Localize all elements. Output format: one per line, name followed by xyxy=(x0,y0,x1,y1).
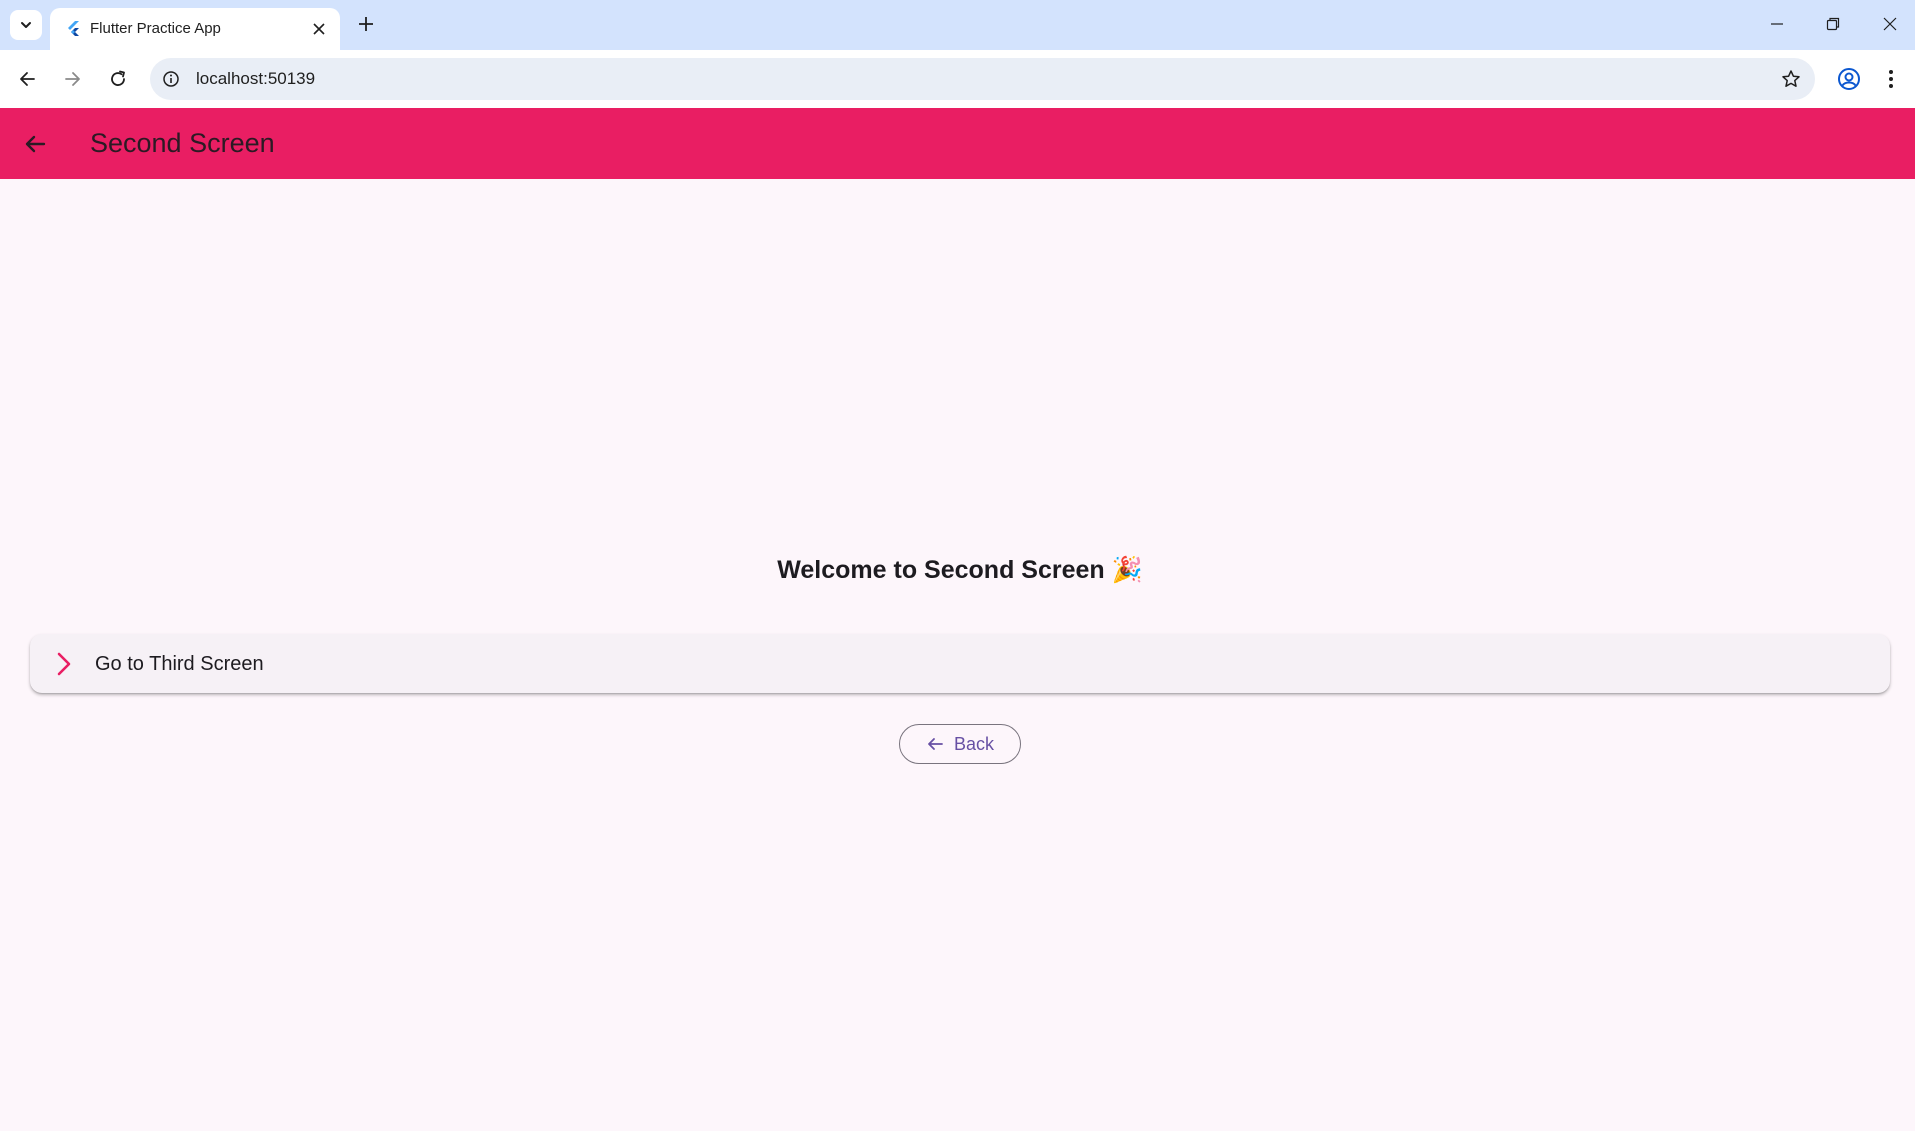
welcome-text: Welcome to Second Screen 🎉 xyxy=(777,556,1143,584)
page-title: Second Screen xyxy=(90,128,275,158)
app-bar: Second Screen xyxy=(0,108,1915,179)
close-icon xyxy=(313,23,325,35)
arrow-right-icon xyxy=(65,72,80,86)
browser-tab-strip: Flutter Practice App xyxy=(0,0,1915,50)
plus-icon xyxy=(359,17,373,31)
minimize-button[interactable] xyxy=(1757,8,1797,40)
account-icon xyxy=(1838,68,1860,90)
restore-icon xyxy=(1826,17,1840,31)
tab-close-button[interactable] xyxy=(308,18,330,40)
tab-search-button[interactable] xyxy=(10,10,42,40)
arrow-left-icon xyxy=(926,735,944,753)
info-icon xyxy=(163,71,179,87)
go-to-third-screen-tile[interactable]: Go to Third Screen xyxy=(30,634,1890,693)
browser-toolbar: localhost:50139 xyxy=(0,50,1915,108)
site-info-button[interactable] xyxy=(160,68,182,90)
bookmark-button[interactable] xyxy=(1779,67,1803,91)
minimize-icon xyxy=(1771,23,1783,25)
restore-button[interactable] xyxy=(1813,8,1853,40)
profile-button[interactable] xyxy=(1832,62,1866,96)
url-text[interactable]: localhost:50139 xyxy=(196,69,315,89)
tile-label: Go to Third Screen xyxy=(95,653,264,675)
more-vert-icon xyxy=(1889,70,1893,88)
arrow-left-icon xyxy=(20,72,35,86)
chevron-right-icon xyxy=(52,650,76,678)
appbar-back-button[interactable] xyxy=(16,125,54,163)
back-button[interactable]: Back xyxy=(899,724,1021,764)
reload-icon xyxy=(111,70,125,86)
browser-forward-button[interactable] xyxy=(56,62,90,96)
new-tab-button[interactable] xyxy=(353,11,379,37)
flutter-icon xyxy=(68,21,79,36)
browser-menu-button[interactable] xyxy=(1876,62,1906,96)
close-window-button[interactable] xyxy=(1870,8,1910,40)
arrow-left-icon xyxy=(25,135,46,153)
browser-tab[interactable]: Flutter Practice App xyxy=(50,8,340,50)
reload-button[interactable] xyxy=(101,62,135,96)
star-icon xyxy=(1782,70,1800,87)
chevron-down-icon xyxy=(21,22,31,28)
tab-title: Flutter Practice App xyxy=(90,20,221,37)
screen-body: Welcome to Second Screen 🎉 Go to Third S… xyxy=(0,179,1915,1131)
browser-back-button[interactable] xyxy=(10,62,44,96)
close-icon xyxy=(1883,17,1897,31)
address-bar[interactable]: localhost:50139 xyxy=(150,58,1815,100)
back-button-label: Back xyxy=(953,733,995,754)
